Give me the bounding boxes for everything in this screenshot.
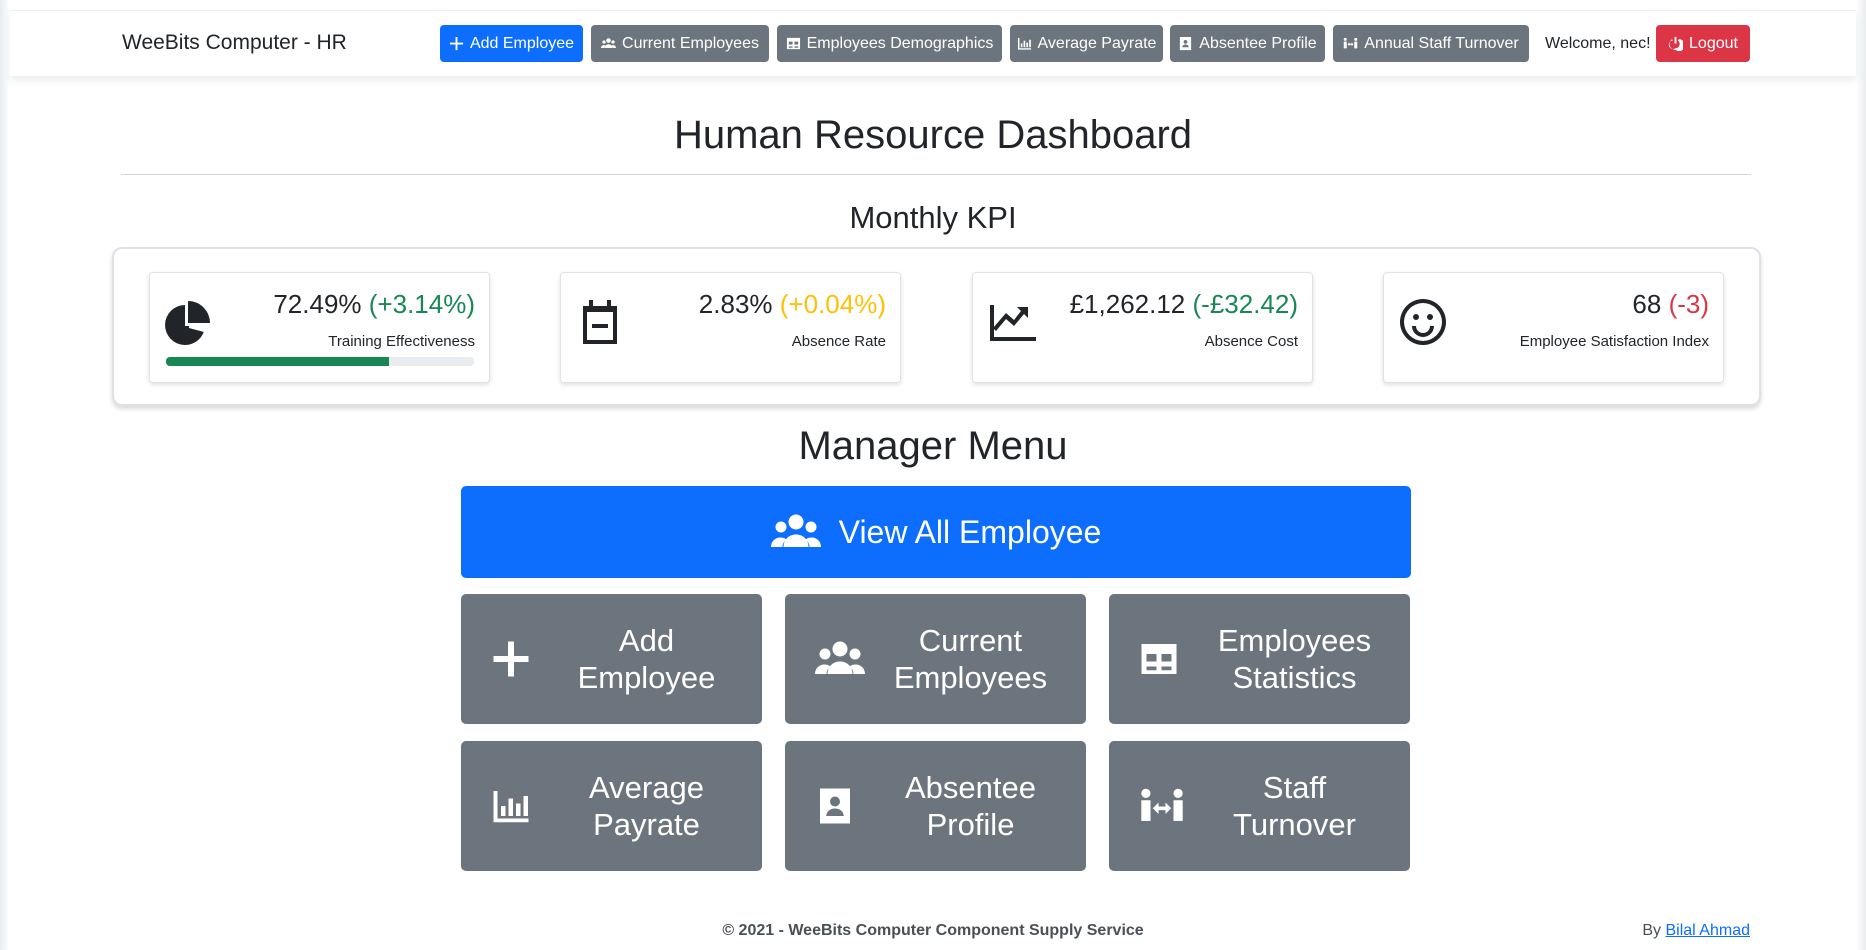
tile-label: Add Employee — [541, 594, 752, 724]
plus-icon — [449, 36, 464, 51]
logout-label: Logout — [1689, 34, 1738, 52]
tile-label: Absentee Profile — [865, 741, 1076, 871]
table-icon — [1139, 639, 1179, 679]
power-icon — [1668, 36, 1684, 51]
nav-current-employees-label: Current Employees — [622, 34, 759, 52]
kpi-label: Training Effectiveness — [328, 333, 475, 350]
kpi-label: Absence Rate — [791, 333, 886, 350]
nav-absentee-profile-label: Absentee Profile — [1199, 34, 1317, 52]
nav-average-payrate-label: Average Payrate — [1037, 34, 1157, 52]
kpi-delta: (+0.04%) — [779, 289, 886, 319]
nav-annual-staff-turnover-button[interactable]: Annual Staff Turnover — [1333, 25, 1529, 62]
kpi-card-satisfaction-index: 68 (-3) Employee Satisfaction Index — [1383, 272, 1724, 383]
tile-average-payrate[interactable]: Average Payrate — [461, 741, 762, 871]
calendar-minus-icon — [575, 297, 625, 347]
tile-label: Employees Statistics — [1189, 594, 1400, 724]
nav-absentee-profile-button[interactable]: Absentee Profile — [1170, 25, 1325, 62]
users-icon — [770, 514, 821, 547]
nav-average-payrate-button[interactable]: Average Payrate — [1010, 25, 1163, 62]
tile-label: Staff Turnover — [1189, 741, 1400, 871]
tile-label-line: Employees — [1217, 623, 1372, 658]
kpi-delta: (-£32.42) — [1192, 289, 1299, 319]
bar-chart-icon — [491, 786, 531, 826]
tile-employees-statistics[interactable]: Employees Statistics — [1109, 594, 1410, 724]
tile-label-line: Staff — [1262, 770, 1327, 805]
table-icon — [786, 37, 800, 50]
training-progress-bar — [166, 357, 474, 366]
people-arrows-icon — [1139, 786, 1185, 826]
welcome-text: Welcome, nec! — [1545, 35, 1651, 52]
tile-label: Average Payrate — [541, 741, 752, 871]
nav-current-employees-button[interactable]: Current Employees — [591, 25, 769, 62]
view-all-employee-button[interactable]: View All Employee — [461, 486, 1411, 578]
tile-current-employees[interactable]: Current Employees — [785, 594, 1086, 724]
kpi-value: £1,262.12 — [1069, 289, 1186, 319]
kpi-value: 72.49% — [273, 289, 362, 319]
tile-label-line: Employee — [577, 660, 716, 695]
brand-title[interactable]: WeeBits Computer - HR — [122, 31, 347, 55]
footer-by-label: By — [1642, 922, 1662, 939]
kpi-section-title: Monthly KPI — [849, 200, 1017, 235]
kpi-card-absence-rate: 2.83% (+0.04%) Absence Rate — [560, 272, 901, 383]
kpi-label: Absence Cost — [1204, 333, 1298, 350]
footer-credit: By Bilal Ahmad — [1642, 922, 1750, 940]
tile-add-employee[interactable]: Add Employee — [461, 594, 762, 724]
footer-copyright: © 2021 - WeeBits Computer Component Supp… — [722, 922, 1144, 939]
tile-label-line: Average — [589, 770, 704, 805]
tile-label-line: Employees — [893, 660, 1048, 695]
users-icon — [601, 38, 617, 48]
tile-absentee-profile[interactable]: Absentee Profile — [785, 741, 1086, 871]
users-icon — [815, 639, 865, 679]
kpi-value: 68 — [1632, 289, 1662, 319]
tile-label-line: Payrate — [593, 807, 700, 842]
title-divider — [121, 174, 1751, 175]
nav-add-employee-label: Add Employee — [469, 34, 575, 52]
kpi-value: 2.83% — [698, 289, 773, 319]
tile-label-line: Add — [618, 623, 675, 658]
top-navbar: WeeBits Computer - HR Add Employee Curre… — [10, 10, 1856, 76]
pie-chart-icon — [164, 297, 214, 347]
page-title: Human Resource Dashboard — [673, 113, 1193, 157]
kpi-label: Employee Satisfaction Index — [1519, 333, 1709, 350]
tile-label-line: Current — [918, 623, 1023, 658]
nav-add-employee-button[interactable]: Add Employee — [440, 25, 583, 62]
tile-staff-turnover[interactable]: Staff Turnover — [1109, 741, 1410, 871]
author-link[interactable]: Bilal Ahmad — [1666, 922, 1751, 939]
kpi-value-line: 2.83% (+0.04%) — [699, 289, 886, 320]
kpi-value-line: £1,262.12 (-£32.42) — [1070, 289, 1298, 320]
nav-employees-demographics-label: Employees Demographics — [806, 34, 994, 52]
people-arrows-icon — [1344, 37, 1358, 49]
kpi-panel: 72.49% (+3.14%) Training Effectiveness 2… — [112, 247, 1761, 406]
tile-label: Current Employees — [865, 594, 1076, 724]
line-chart-icon — [987, 297, 1037, 347]
plus-icon — [491, 639, 531, 679]
kpi-delta: (-3) — [1668, 289, 1709, 319]
tile-label-line: Profile — [926, 807, 1015, 842]
address-book-icon — [1180, 36, 1192, 51]
kpi-value-line: 72.49% (+3.14%) — [273, 289, 475, 320]
kpi-value-line: 68 (-3) — [1632, 289, 1709, 320]
nav-employees-demographics-button[interactable]: Employees Demographics — [777, 25, 1002, 62]
nav-annual-staff-turnover-label: Annual Staff Turnover — [1364, 34, 1519, 52]
tile-label-line: Statistics — [1232, 660, 1357, 695]
logout-button[interactable]: Logout — [1656, 25, 1750, 62]
smile-icon — [1398, 297, 1448, 347]
kpi-card-absence-cost: £1,262.12 (-£32.42) Absence Cost — [972, 272, 1313, 383]
view-all-employee-label: View All Employee — [838, 513, 1102, 550]
bar-chart-icon — [1017, 37, 1031, 50]
tile-label-line: Absentee — [905, 770, 1036, 805]
training-progress-fill — [166, 357, 390, 366]
kpi-delta: (+3.14%) — [368, 289, 475, 319]
address-book-icon — [815, 786, 855, 826]
manager-menu-title: Manager Menu — [798, 424, 1068, 468]
tile-label-line: Turnover — [1233, 807, 1356, 842]
kpi-card-training-effectiveness: 72.49% (+3.14%) Training Effectiveness — [149, 272, 490, 383]
